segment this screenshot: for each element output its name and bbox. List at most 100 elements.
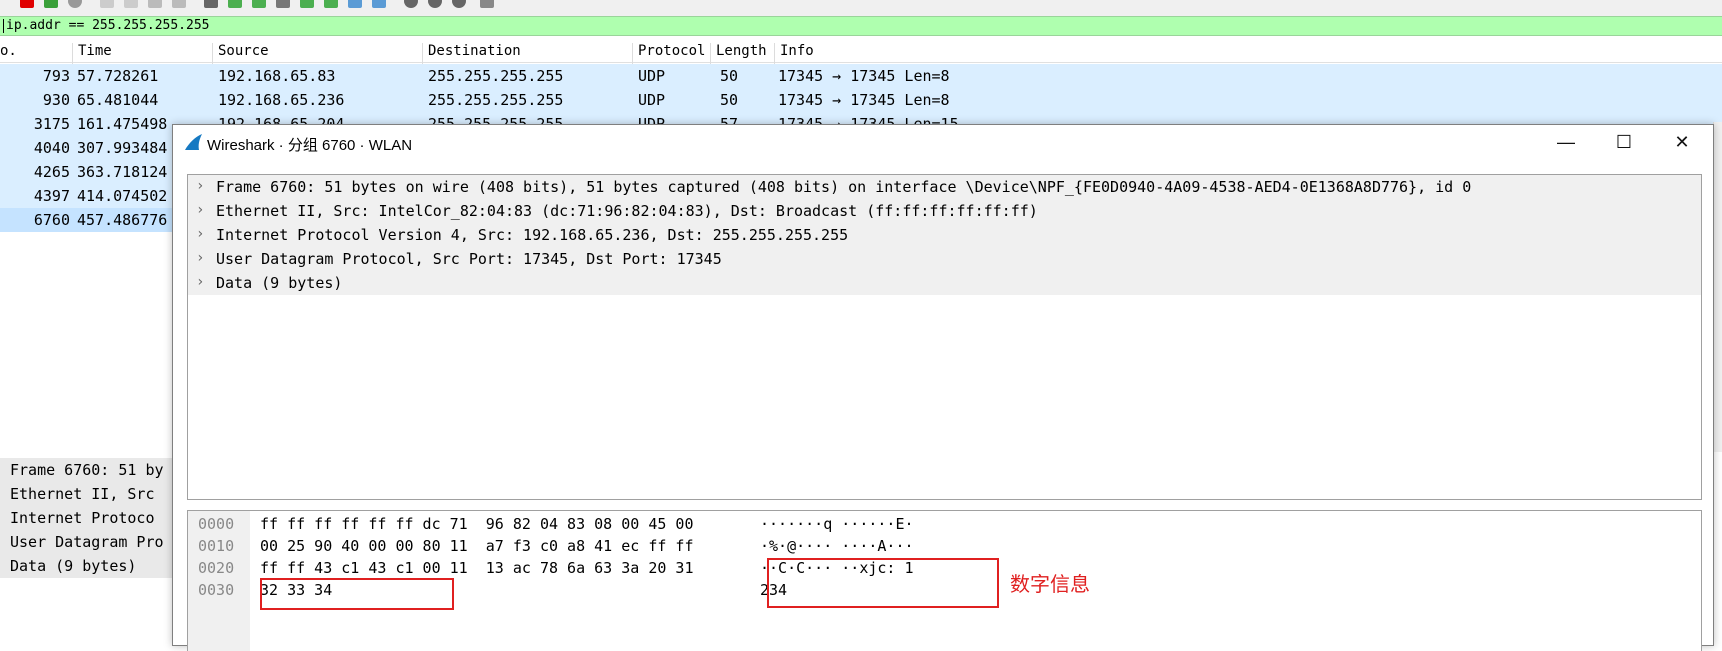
detail-tree-label: Internet Protoco [10, 509, 155, 527]
dialog-title: Wireshark · 分组 6760 · WLAN [207, 137, 413, 154]
close-button[interactable]: ✕ [1653, 125, 1711, 159]
zoom-out-icon[interactable] [428, 0, 442, 8]
last-packet-icon[interactable] [324, 0, 338, 8]
find-packet-icon[interactable] [204, 0, 218, 8]
autoscroll-icon[interactable] [348, 0, 362, 8]
highlight-box-bytes [260, 578, 454, 610]
zoom-reset-icon[interactable] [452, 0, 466, 8]
display-filter-bar[interactable]: ip.addr == 255.255.255.255 [0, 16, 1722, 36]
dialog-titlebar[interactable]: Wireshark · 分组 6760 · WLAN — ☐ ✕ [173, 125, 1713, 159]
detail-tree-item[interactable]: Frame 6760: 51 by [0, 458, 175, 482]
hex-offset: 0010 [198, 537, 235, 555]
detail-tree-item[interactable]: User Datagram Pro [0, 530, 175, 554]
tree-item-frame[interactable]: › Frame 6760: 51 bytes on wire (408 bits… [188, 175, 1701, 199]
cell-length: 50 [720, 67, 739, 85]
restart-capture-icon[interactable] [44, 0, 58, 8]
col-destination-header[interactable]: Destination [428, 43, 521, 59]
first-packet-icon[interactable] [300, 0, 314, 8]
tree-item-ethernet[interactable]: › Ethernet II, Src: IntelCor_82:04:83 (d… [188, 199, 1701, 223]
chevron-right-icon[interactable]: › [196, 202, 204, 218]
detail-tree-item[interactable]: Internet Protoco [0, 506, 175, 530]
colorize-icon[interactable] [372, 0, 386, 8]
detail-tree-item[interactable]: Ethernet II, Src [0, 482, 175, 506]
close-file-icon[interactable] [148, 0, 162, 8]
packet-list-scrollbar[interactable] [1713, 122, 1722, 452]
cell-source: 192.168.65.236 [218, 91, 345, 109]
column-divider[interactable] [212, 43, 213, 65]
hex-ascii[interactable]: ·······q ······E· [760, 515, 914, 537]
column-divider[interactable] [422, 43, 423, 65]
hex-bytes[interactable]: 00 25 90 40 00 00 80 11 a7 f3 c0 a8 41 e… [260, 537, 693, 559]
col-no-header[interactable]: o. [0, 43, 17, 59]
minimize-button[interactable]: — [1537, 125, 1595, 159]
detail-tree-label: Frame 6760: 51 by [10, 461, 164, 479]
cell-protocol: UDP [638, 91, 666, 109]
go-forward-icon[interactable] [252, 0, 266, 8]
cell-time: 307.993484 [77, 139, 168, 157]
cell-length: 50 [720, 91, 739, 109]
cell-no: 4397 [33, 187, 70, 205]
chevron-right-icon[interactable]: › [196, 178, 204, 194]
open-file-icon[interactable] [100, 0, 114, 8]
detail-tree-label: User Datagram Pro [10, 533, 164, 551]
column-divider[interactable] [774, 43, 775, 65]
cell-no: 4265 [33, 163, 70, 181]
detail-tree-item[interactable]: Data (9 bytes) [0, 554, 175, 578]
packet-row[interactable]: 793 57.728261 192.168.65.83 255.255.255.… [0, 64, 1722, 88]
cell-time: 57.728261 [77, 67, 159, 85]
tree-item-label: Data (9 bytes) [216, 274, 343, 292]
tree-item-label: Ethernet II, Src: IntelCor_82:04:83 (dc:… [216, 202, 1038, 220]
cell-info: 17345 → 17345 Len=8 [778, 67, 950, 85]
column-divider[interactable] [72, 43, 73, 65]
annotation-label: 数字信息 [1010, 574, 1090, 596]
resize-columns-icon[interactable] [480, 0, 494, 8]
cell-no: 930 [42, 91, 70, 109]
hex-offset: 0000 [198, 515, 235, 533]
cell-time: 65.481044 [77, 91, 159, 109]
display-filter-input[interactable]: ip.addr == 255.255.255.255 [6, 18, 210, 33]
maximize-button[interactable]: ☐ [1595, 125, 1653, 159]
cell-time: 457.486776 [77, 211, 168, 229]
text-cursor [3, 19, 4, 33]
col-info-header[interactable]: Info [780, 43, 814, 59]
cell-time: 161.475498 [77, 115, 168, 133]
hex-ascii[interactable]: ·%·@···· ····A··· [760, 537, 914, 559]
tree-item-ipv4[interactable]: › Internet Protocol Version 4, Src: 192.… [188, 223, 1701, 247]
go-back-icon[interactable] [228, 0, 242, 8]
hex-bytes[interactable]: ff ff ff ff ff ff dc 71 96 82 04 83 08 0… [260, 515, 693, 537]
tree-item-udp[interactable]: › User Datagram Protocol, Src Port: 1734… [188, 247, 1701, 271]
cell-time: 414.074502 [77, 187, 168, 205]
cell-info: 17345 → 17345 Len=8 [778, 91, 950, 109]
cell-destination: 255.255.255.255 [428, 67, 564, 85]
reload-icon[interactable] [172, 0, 186, 8]
options-icon[interactable] [68, 0, 82, 8]
cell-no: 3175 [33, 115, 70, 133]
cell-no: 4040 [33, 139, 70, 157]
go-to-packet-icon[interactable] [276, 0, 290, 8]
packet-list-header: o. Time Source Destination Protocol Leng… [0, 40, 1722, 65]
chevron-right-icon[interactable]: › [196, 250, 204, 266]
chevron-right-icon[interactable]: › [196, 274, 204, 290]
col-length-header[interactable]: Length [716, 43, 767, 59]
column-divider[interactable] [710, 43, 711, 65]
chevron-right-icon[interactable]: › [196, 226, 204, 242]
col-protocol-header[interactable]: Protocol [638, 43, 705, 59]
detail-tree-label: Data (9 bytes) [10, 557, 137, 575]
hex-offset: 0020 [198, 559, 235, 577]
cell-source: 192.168.65.83 [218, 67, 336, 85]
column-divider[interactable] [632, 43, 633, 65]
packet-details-pane: Frame 6760: 51 by Ethernet II, Src Inter… [0, 452, 175, 592]
main-toolbar [0, 0, 1722, 16]
col-time-header[interactable]: Time [78, 43, 112, 59]
save-file-icon[interactable] [124, 0, 138, 8]
tree-item-data[interactable]: › Data (9 bytes) [188, 271, 1701, 295]
packet-row[interactable]: 930 65.481044 192.168.65.236 255.255.255… [0, 88, 1722, 112]
stop-capture-icon[interactable] [20, 0, 34, 8]
zoom-in-icon[interactable] [404, 0, 418, 8]
protocol-tree-pane: › Frame 6760: 51 bytes on wire (408 bits… [187, 174, 1702, 500]
col-source-header[interactable]: Source [218, 43, 269, 59]
cell-no: 793 [42, 67, 70, 85]
tree-item-label: Internet Protocol Version 4, Src: 192.16… [216, 226, 849, 244]
tree-item-label: Frame 6760: 51 bytes on wire (408 bits),… [216, 178, 1472, 196]
wireshark-fin-icon [185, 134, 202, 150]
